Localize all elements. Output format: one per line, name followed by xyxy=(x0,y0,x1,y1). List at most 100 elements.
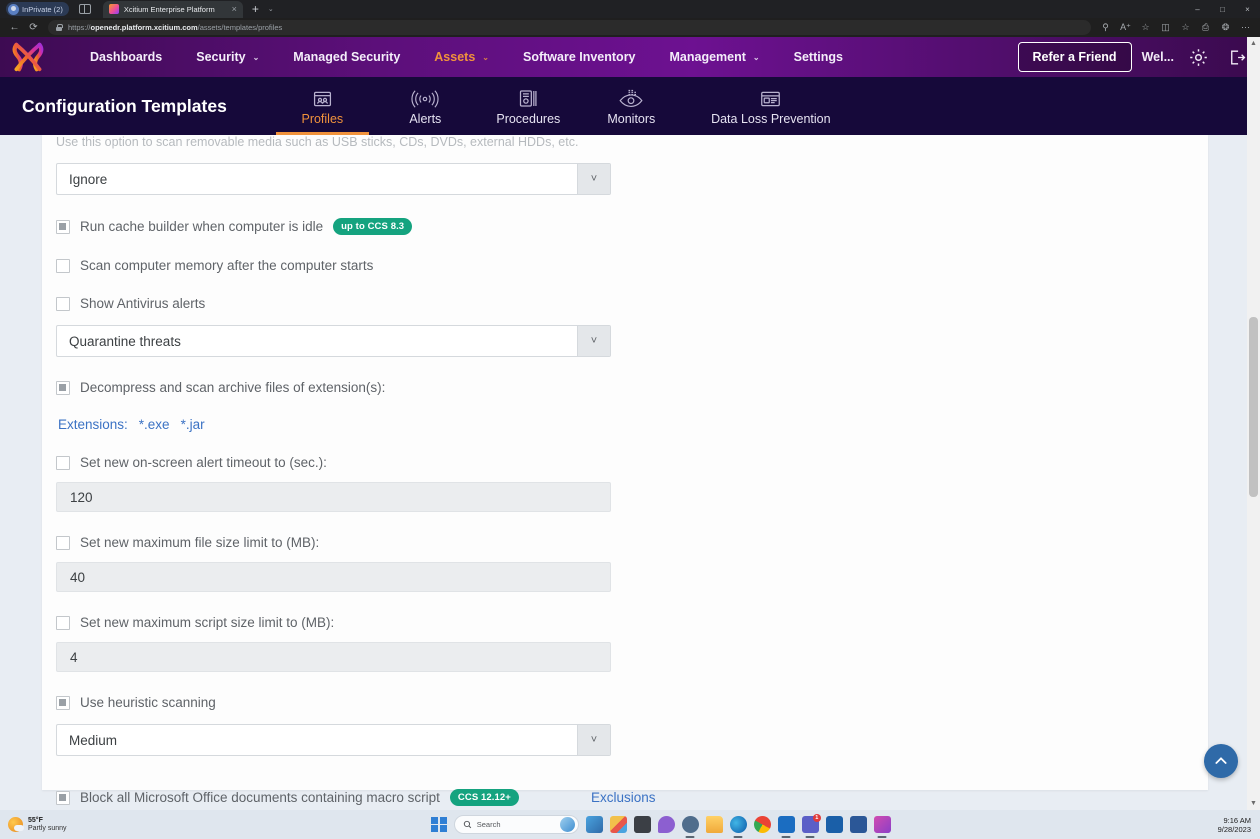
inprivate-indicator[interactable]: InPrivate (2) xyxy=(6,2,69,16)
outlook-icon[interactable] xyxy=(778,816,795,833)
alert-timeout-input[interactable]: 120 xyxy=(56,482,611,512)
extension-item[interactable]: *.jar xyxy=(181,417,205,432)
browser-tab[interactable]: Xcitium Enterprise Platform × xyxy=(103,1,243,18)
address-bar[interactable]: https://openedr.platform.xcitium.com/ass… xyxy=(48,20,1091,35)
nav-link-dashboards[interactable]: Dashboards xyxy=(73,50,179,64)
decompress-checkbox[interactable] xyxy=(56,381,70,395)
file-explorer-dark-icon[interactable] xyxy=(634,816,651,833)
max-file-size-row[interactable]: Set new maximum file size limit to (MB): xyxy=(56,535,1194,550)
scroll-to-top-button[interactable] xyxy=(1204,744,1238,778)
scan-memory-checkbox[interactable] xyxy=(56,259,70,273)
scrollbar-up-arrow-icon[interactable]: ▲ xyxy=(1247,37,1260,50)
cut-tool-icon[interactable] xyxy=(874,816,891,833)
zoom-icon[interactable]: ⚲ xyxy=(1096,19,1115,36)
nav-link-security[interactable]: Security⌄ xyxy=(179,50,276,64)
tab-procedures[interactable]: Procedures xyxy=(477,77,580,135)
nav-link-settings[interactable]: Settings xyxy=(777,50,860,64)
paint-icon[interactable] xyxy=(610,816,627,833)
exclusions-link[interactable]: Exclusions xyxy=(591,790,656,805)
tab-monitors[interactable]: Monitors xyxy=(580,77,683,135)
nav-link-assets[interactable]: Assets⌄ xyxy=(417,50,506,64)
messaging-icon[interactable] xyxy=(658,816,675,833)
extension-item[interactable]: *.exe xyxy=(139,417,170,432)
chevron-down-icon[interactable]: ⌄ xyxy=(753,53,760,62)
max-script-size-checkbox[interactable] xyxy=(56,616,70,630)
chevron-down-icon[interactable]: ˅ xyxy=(577,326,610,356)
settings-icon[interactable] xyxy=(682,816,699,833)
toolbar-icons: ⚲ A⁺ ☆ ◫ ☆ ⎙ ❂ ⋯ xyxy=(1096,19,1255,36)
xcitium-logo-icon[interactable] xyxy=(9,42,51,72)
macro-block-row[interactable]: Block all Microsoft Office documents con… xyxy=(56,789,1194,806)
edge-icon[interactable] xyxy=(730,816,747,833)
cache-builder-checkbox[interactable] xyxy=(56,220,70,234)
removable-media-select[interactable]: Ignore ˅ xyxy=(56,163,611,195)
welcome-user-label[interactable]: Wel... xyxy=(1142,50,1174,64)
alert-timeout-checkbox[interactable] xyxy=(56,456,70,470)
word-icon[interactable] xyxy=(850,816,867,833)
nav-link-software-inventory[interactable]: Software Inventory xyxy=(506,50,653,64)
tab-data-loss-prevention[interactable]: Data Loss Prevention xyxy=(683,77,859,135)
taskview-icon[interactable] xyxy=(586,816,603,833)
show-alerts-checkbox[interactable] xyxy=(56,297,70,311)
page-scrollbar[interactable]: ▲ ▼ xyxy=(1247,37,1260,810)
scrollbar-thumb[interactable] xyxy=(1249,317,1258,497)
removable-media-hint: Use this option to scan removable media … xyxy=(56,135,1194,149)
nav-links: DashboardsSecurity⌄Managed SecurityAsset… xyxy=(73,50,1018,64)
close-window-icon[interactable]: × xyxy=(1235,0,1260,18)
maximize-icon[interactable]: □ xyxy=(1210,0,1235,18)
collections-icon[interactable]: ☆ xyxy=(1176,19,1195,36)
heuristic-row[interactable]: Use heuristic scanning xyxy=(56,695,1194,710)
new-tab-icon[interactable]: + xyxy=(252,3,259,15)
max-file-size-checkbox[interactable] xyxy=(56,536,70,550)
heuristic-checkbox[interactable] xyxy=(56,696,70,710)
nav-link-label: Software Inventory xyxy=(523,50,636,64)
macro-block-checkbox[interactable] xyxy=(56,791,70,805)
heuristic-label: Use heuristic scanning xyxy=(80,695,216,710)
scan-memory-row[interactable]: Scan computer memory after the computer … xyxy=(56,258,1194,273)
max-file-size-input[interactable]: 40 xyxy=(56,562,611,592)
copilot-icon[interactable]: ❂ xyxy=(1216,19,1235,36)
settings-gear-icon[interactable] xyxy=(1188,47,1209,68)
start-button-icon[interactable] xyxy=(431,817,447,833)
cache-builder-row[interactable]: Run cache builder when computer is idle … xyxy=(56,218,1194,235)
weather-widget[interactable]: 55°F Partly sunny xyxy=(0,817,170,833)
favorite-icon[interactable]: ☆ xyxy=(1136,19,1155,36)
tab-profiles[interactable]: Profiles xyxy=(271,77,374,135)
logout-icon[interactable] xyxy=(1227,48,1246,67)
chrome-icon[interactable] xyxy=(754,816,771,833)
chevron-down-icon[interactable]: ˅ xyxy=(577,164,610,194)
scrollbar-down-arrow-icon[interactable]: ▼ xyxy=(1247,797,1260,810)
split-screen-icon[interactable]: ◫ xyxy=(1156,19,1175,36)
folder-icon[interactable] xyxy=(706,816,723,833)
extensions-label: Extensions: xyxy=(58,417,128,432)
browser-essentials-icon[interactable]: ⎙ xyxy=(1196,19,1215,36)
nav-link-managed-security[interactable]: Managed Security xyxy=(276,50,417,64)
chevron-down-icon[interactable]: ⌄ xyxy=(482,53,489,62)
taskbar-search[interactable]: Search xyxy=(454,815,579,834)
taskbar-clock[interactable]: 9:16 AM 9/28/2023 xyxy=(1152,816,1260,834)
reload-icon[interactable]: ⟳ xyxy=(24,19,43,36)
refer-a-friend-button[interactable]: Refer a Friend xyxy=(1018,42,1132,72)
chevron-down-icon[interactable]: ˅ xyxy=(577,725,610,755)
alert-timeout-row[interactable]: Set new on-screen alert timeout to (sec.… xyxy=(56,455,1194,470)
back-icon[interactable]: ← xyxy=(5,19,24,36)
tab-list-chevron-icon[interactable]: ⌄ xyxy=(268,5,274,13)
nav-link-management[interactable]: Management⌄ xyxy=(653,50,777,64)
minimize-icon[interactable]: – xyxy=(1185,0,1210,18)
decompress-row[interactable]: Decompress and scan archive files of ext… xyxy=(56,380,1194,395)
read-aloud-icon[interactable]: A⁺ xyxy=(1116,19,1135,36)
tab-label: Procedures xyxy=(496,112,560,126)
chevron-down-icon[interactable]: ⌄ xyxy=(253,53,260,62)
max-script-size-row[interactable]: Set new maximum script size limit to (MB… xyxy=(56,615,1194,630)
search-highlights-icon[interactable] xyxy=(560,817,575,832)
close-tab-icon[interactable]: × xyxy=(232,5,237,14)
tab-alerts[interactable]: Alerts xyxy=(374,77,477,135)
teams-icon[interactable]: 1 xyxy=(802,816,819,833)
settings-more-icon[interactable]: ⋯ xyxy=(1236,19,1255,36)
max-script-size-input[interactable]: 4 xyxy=(56,642,611,672)
threat-action-select[interactable]: Quarantine threats ˅ xyxy=(56,325,611,357)
show-alerts-row[interactable]: Show Antivirus alerts xyxy=(56,296,1194,311)
tab-actions-icon[interactable] xyxy=(79,4,91,14)
heuristic-level-select[interactable]: Medium ˅ xyxy=(56,724,611,756)
store-icon[interactable] xyxy=(826,816,843,833)
